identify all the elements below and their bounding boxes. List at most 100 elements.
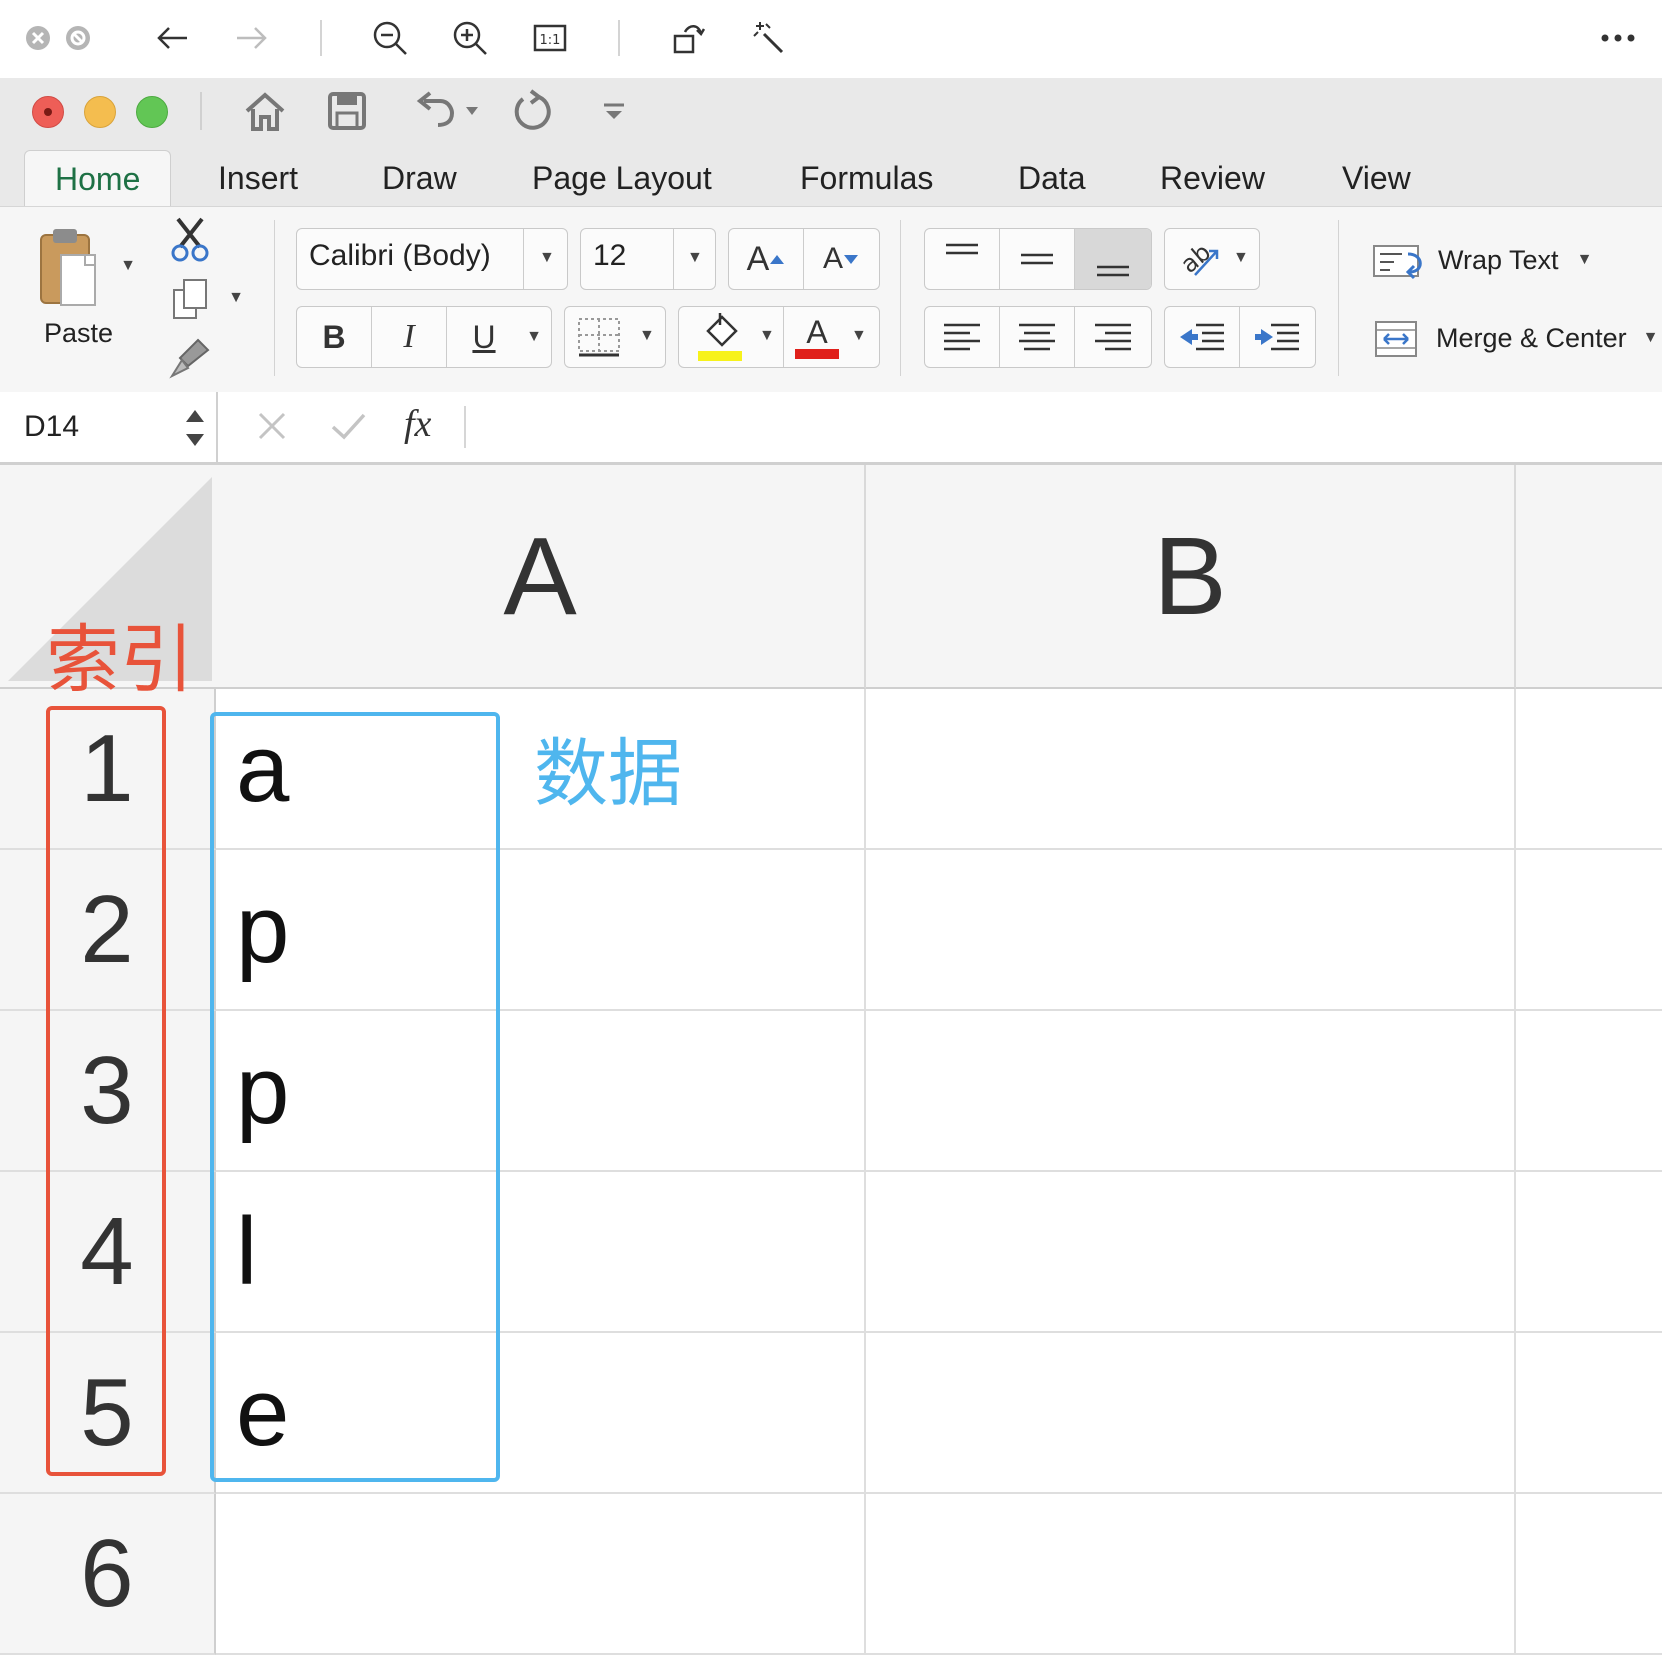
cut-icon[interactable]	[166, 216, 214, 264]
cancel-edit-icon[interactable]	[250, 404, 294, 448]
close-window-button[interactable]	[32, 96, 64, 128]
align-bottom-button[interactable]	[1075, 229, 1151, 289]
close-icon[interactable]	[16, 16, 60, 60]
formula-bar: D14 fx	[0, 392, 1662, 465]
index-highlight-box	[46, 706, 166, 1476]
row-header-6[interactable]: 6	[0, 1494, 216, 1655]
tab-page-layout[interactable]: Page Layout	[532, 150, 712, 206]
font-name-select[interactable]: Calibri (Body) ▼	[296, 228, 568, 290]
tab-review[interactable]: Review	[1160, 150, 1265, 206]
paste-button[interactable]	[30, 222, 110, 312]
italic-button[interactable]: I	[372, 307, 446, 367]
cell-b3[interactable]	[866, 1011, 1516, 1172]
shrink-font-triangle-icon	[844, 255, 858, 264]
tab-draw[interactable]: Draw	[382, 150, 457, 206]
borders-button[interactable]: ▼	[564, 306, 666, 368]
wrap-text-button[interactable]: Wrap Text ▼	[1372, 236, 1662, 284]
confirm-edit-icon[interactable]	[326, 404, 370, 448]
fill-color-dropdown-icon[interactable]: ▼	[759, 327, 775, 345]
cell-c5[interactable]	[1516, 1333, 1662, 1494]
paste-dropdown-icon[interactable]: ▼	[118, 256, 138, 276]
chevron-down-icon: ▼	[687, 249, 703, 266]
align-left-icon	[944, 323, 980, 351]
column-header-c[interactable]	[1516, 465, 1662, 689]
align-middle-button[interactable]	[1000, 229, 1074, 289]
chevron-down-icon: ▼	[1233, 249, 1249, 266]
titlebar-divider	[200, 92, 202, 130]
tab-formulas[interactable]: Formulas	[800, 150, 933, 206]
shrink-font-button[interactable]: A	[804, 229, 878, 289]
home-icon[interactable]	[240, 88, 290, 134]
vertical-align-group	[924, 228, 1152, 290]
index-annotation-label: 索引	[46, 617, 194, 703]
rotate-icon[interactable]	[666, 16, 710, 60]
tab-view[interactable]: View	[1342, 150, 1411, 206]
tab-insert[interactable]: Insert	[218, 150, 298, 206]
forward-arrow-icon[interactable]	[230, 16, 274, 60]
font-size-select[interactable]: 12 ▼	[580, 228, 716, 290]
magic-wand-icon[interactable]	[746, 16, 790, 60]
horizontal-align-group	[924, 306, 1152, 368]
column-header-a[interactable]: A	[216, 465, 866, 689]
cell-c2[interactable]	[1516, 850, 1662, 1011]
font-color-button[interactable]: A	[787, 307, 847, 367]
underline-button[interactable]: U	[447, 307, 521, 367]
name-box[interactable]: D14	[0, 392, 218, 462]
ribbon-divider	[900, 220, 901, 376]
cell-b1[interactable]	[866, 689, 1516, 850]
orientation-button[interactable]: ab ▼	[1164, 228, 1260, 290]
save-icon[interactable]	[322, 88, 372, 134]
increase-indent-button[interactable]	[1240, 307, 1314, 367]
block-icon[interactable]	[56, 16, 100, 60]
copy-icon[interactable]	[166, 276, 214, 324]
align-middle-icon	[1021, 253, 1053, 265]
align-top-button[interactable]	[925, 229, 999, 289]
increase-indent-icon	[1255, 323, 1299, 351]
align-right-icon	[1095, 323, 1131, 351]
grow-font-button[interactable]: A	[729, 229, 803, 289]
align-right-button[interactable]	[1075, 307, 1151, 367]
cell-c4[interactable]	[1516, 1172, 1662, 1333]
undo-icon[interactable]	[404, 88, 464, 134]
formula-input[interactable]	[480, 406, 1640, 448]
more-icon[interactable]	[1596, 16, 1640, 60]
cell-b6[interactable]	[866, 1494, 1516, 1655]
zoom-out-icon[interactable]	[368, 16, 412, 60]
copy-dropdown-icon[interactable]: ▼	[226, 288, 246, 308]
decrease-indent-button[interactable]	[1165, 307, 1239, 367]
column-header-b[interactable]: B	[866, 465, 1516, 689]
cell-a6[interactable]	[216, 1494, 866, 1655]
align-center-button[interactable]	[1000, 307, 1074, 367]
font-size-value: 12	[593, 239, 627, 272]
align-left-button[interactable]	[925, 307, 999, 367]
toolbar-divider	[320, 20, 322, 56]
merge-center-button[interactable]: Merge & Center ▼	[1372, 314, 1662, 362]
cell-b2[interactable]	[866, 850, 1516, 1011]
minimize-window-button[interactable]	[84, 96, 116, 128]
customize-toolbar-icon[interactable]	[596, 88, 632, 134]
redo-icon[interactable]	[506, 88, 556, 134]
insert-function-button[interactable]: fx	[404, 402, 431, 446]
cell-c3[interactable]	[1516, 1011, 1662, 1172]
zoom-window-button[interactable]	[136, 96, 168, 128]
svg-text:1:1: 1:1	[540, 33, 561, 48]
cell-c1[interactable]	[1516, 689, 1662, 850]
underline-dropdown-icon[interactable]: ▼	[519, 327, 549, 347]
format-painter-icon[interactable]	[166, 334, 214, 382]
bold-button[interactable]: B	[297, 307, 371, 367]
fill-color-button[interactable]	[685, 307, 755, 367]
undo-dropdown-icon[interactable]	[462, 88, 482, 134]
cell-b5[interactable]	[866, 1333, 1516, 1494]
back-arrow-icon[interactable]	[150, 16, 194, 60]
actual-size-icon[interactable]: 1:1	[528, 16, 572, 60]
font-color-dropdown-icon[interactable]: ▼	[851, 327, 867, 345]
cell-b4[interactable]	[866, 1172, 1516, 1333]
select-divider	[673, 229, 674, 289]
grow-font-triangle-icon	[770, 255, 785, 264]
tab-home[interactable]: Home	[24, 150, 172, 207]
zoom-in-icon[interactable]	[448, 16, 492, 60]
chevron-down-icon: ▼	[1642, 329, 1659, 346]
cell-c6[interactable]	[1516, 1494, 1662, 1655]
tab-data[interactable]: Data	[1018, 150, 1086, 206]
chevron-down-icon: ▼	[639, 327, 655, 344]
